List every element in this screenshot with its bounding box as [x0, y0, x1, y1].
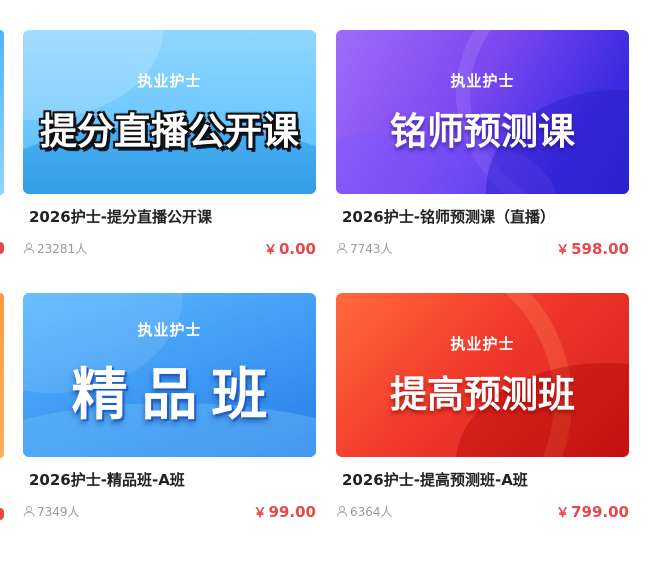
course-title[interactable]: 2026护士-提分直播公开课	[29, 206, 316, 228]
course-title[interactable]: 2026护士-精品班-A班	[29, 469, 316, 491]
student-count: 7349人	[23, 503, 80, 520]
course-meta: 23281人 ￥ 0.00	[23, 238, 316, 258]
course-title[interactable]: 2026护士-提高预测班-A班	[342, 469, 629, 491]
course-meta: 6364人 ￥ 799.00	[336, 501, 629, 521]
prev-card-edge[interactable]	[0, 293, 4, 458]
price-value: 0.00	[278, 239, 316, 258]
course-card[interactable]: 执业护士 铭师预测课 2026护士-铭师预测课（直播） 7743人 ￥ 598.0…	[336, 30, 629, 258]
course-price: ￥ 799.00	[556, 502, 629, 521]
course-banner[interactable]: 执业护士 铭师预测课	[336, 30, 629, 194]
course-price: ￥ 99.00	[254, 502, 316, 521]
course-title[interactable]: 2026护士-铭师预测课（直播）	[342, 206, 629, 228]
course-banner[interactable]: 执业护士 提分直播公开课	[23, 30, 316, 194]
banner-kicker: 执业护士	[137, 71, 202, 90]
banner-headline: 提高预测班	[390, 372, 575, 416]
course-price: ￥ 598.00	[556, 239, 629, 258]
banner-headline: 提分直播公开课	[40, 109, 299, 153]
currency-symbol: ￥	[263, 242, 277, 258]
prev-card-edge[interactable]	[0, 30, 4, 195]
banner-kicker: 执业护士	[137, 321, 202, 339]
student-count: 23281人	[23, 240, 87, 257]
user-icon	[336, 242, 348, 254]
student-count: 7743人	[336, 240, 393, 257]
course-meta: 7349人 ￥ 99.00	[23, 501, 316, 521]
student-count-text: 6364人	[350, 504, 393, 519]
prev-price-edge	[0, 508, 4, 520]
course-card[interactable]: 执业护士 提高预测班 2026护士-提高预测班-A班 6364人 ￥ 799.00	[336, 293, 629, 521]
currency-symbol: ￥	[556, 505, 570, 521]
price-value: 99.00	[268, 502, 316, 521]
student-count-text: 7743人	[350, 241, 393, 256]
course-meta: 7743人 ￥ 598.00	[336, 238, 629, 258]
prev-price-edge	[0, 242, 4, 254]
course-price: ￥ 0.00	[264, 239, 316, 258]
course-card[interactable]: 执业护士 提分直播公开课 2026护士-提分直播公开课 23281人 ￥ 0.00	[23, 30, 316, 258]
user-icon	[23, 505, 35, 517]
student-count-text: 23281人	[37, 241, 88, 256]
user-icon	[23, 242, 35, 254]
price-value: 598.00	[571, 239, 629, 258]
currency-symbol: ￥	[556, 242, 570, 258]
course-card[interactable]: 执业护士 精品班 2026护士-精品班-A班 7349人 ￥ 99.00	[23, 293, 316, 521]
banner-headline: 精品班	[71, 363, 282, 428]
student-count: 6364人	[336, 503, 393, 520]
price-value: 799.00	[571, 502, 629, 521]
currency-symbol: ￥	[253, 505, 267, 521]
banner-kicker: 执业护士	[450, 334, 515, 353]
student-count-text: 7349人	[37, 504, 80, 519]
banner-headline: 铭师预测课	[390, 109, 575, 153]
banner-kicker: 执业护士	[450, 71, 515, 90]
course-banner[interactable]: 执业护士 精品班	[23, 293, 316, 457]
course-banner[interactable]: 执业护士 提高预测班	[336, 293, 629, 457]
user-icon	[336, 505, 348, 517]
